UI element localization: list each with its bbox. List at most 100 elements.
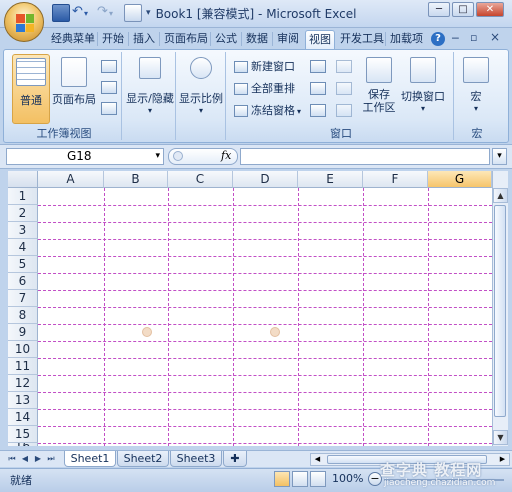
- column-header[interactable]: E: [298, 171, 363, 188]
- column-header[interactable]: A: [38, 171, 104, 188]
- row-header[interactable]: 14: [8, 409, 38, 426]
- macros-button[interactable]: 宏 ▾: [458, 54, 494, 124]
- office-button-icon[interactable]: [4, 2, 44, 42]
- next-sheet-icon[interactable]: ▶: [32, 452, 44, 465]
- column-header[interactable]: G: [428, 171, 492, 188]
- worksheet-grid[interactable]: A B C D E F G 1 2 3 4 5 6 7 8 9 10 11 12…: [8, 171, 492, 446]
- tab-formulas[interactable]: 公式: [212, 30, 240, 49]
- tab-insert[interactable]: 插入: [130, 30, 158, 49]
- row-header[interactable]: 15: [8, 426, 38, 443]
- watermark-text: 查字典 教程网: [380, 461, 483, 479]
- page-break-line: [38, 358, 492, 359]
- column-header[interactable]: B: [104, 171, 168, 188]
- sheet-tab-sheet2[interactable]: Sheet2: [117, 451, 169, 467]
- tab-classic-menu[interactable]: 经典菜单: [48, 30, 98, 49]
- tab-developer[interactable]: 开发工具: [337, 30, 387, 49]
- row-header[interactable]: 11: [8, 358, 38, 375]
- page-break-line: [38, 273, 492, 274]
- show-hide-button[interactable]: 显示/隐藏 ▾: [124, 54, 176, 124]
- tab-add-ins[interactable]: 加载项: [387, 30, 426, 49]
- row-header[interactable]: 4: [8, 239, 38, 256]
- view-side-by-side-icon[interactable]: [336, 60, 352, 73]
- arrange-all-icon: [234, 83, 248, 95]
- tab-data[interactable]: 数据: [243, 30, 271, 49]
- freeze-panes-icon: [234, 105, 248, 117]
- new-window-button[interactable]: 新建窗口: [234, 58, 295, 76]
- split-icon[interactable]: [310, 60, 326, 73]
- row-header[interactable]: 9: [8, 324, 38, 341]
- ribbon-restore-icon[interactable]: ▫: [470, 31, 477, 44]
- name-box[interactable]: G18 ▾: [6, 148, 164, 165]
- page-layout-view-icon[interactable]: [292, 471, 308, 487]
- row-header[interactable]: 5: [8, 256, 38, 273]
- switch-windows-button[interactable]: 切换窗口 ▾: [398, 54, 448, 124]
- column-header[interactable]: C: [168, 171, 233, 188]
- group-label-workbook-views: 工作簿视图: [36, 127, 92, 140]
- tab-view[interactable]: 视图: [305, 30, 335, 49]
- page-break-preview-icon[interactable]: [310, 471, 326, 487]
- help-icon[interactable]: ?: [431, 32, 445, 46]
- row-header[interactable]: 3: [8, 222, 38, 239]
- freeze-panes-button[interactable]: 冻结窗格 ▾: [234, 102, 301, 120]
- formula-input[interactable]: [240, 148, 490, 165]
- page-layout-view-button[interactable]: 页面布局: [52, 54, 96, 124]
- tab-page-layout[interactable]: 页面布局: [161, 30, 211, 49]
- full-screen-icon[interactable]: [101, 102, 117, 115]
- row-header[interactable]: 12: [8, 375, 38, 392]
- fx-icon[interactable]: fx: [221, 149, 231, 162]
- normal-view-icon[interactable]: [274, 471, 290, 487]
- select-all-corner[interactable]: [8, 171, 38, 188]
- sheet-tab-sheet3[interactable]: Sheet3: [170, 451, 222, 467]
- row-header[interactable]: 10: [8, 341, 38, 358]
- scroll-down-icon[interactable]: ▼: [493, 430, 508, 445]
- normal-view-label: 普通: [20, 94, 42, 107]
- row-header[interactable]: 16: [8, 443, 38, 446]
- close-button[interactable]: ✕: [476, 2, 504, 17]
- macro-icon: [463, 57, 489, 83]
- scroll-up-icon[interactable]: ▲: [493, 188, 508, 203]
- row-header[interactable]: 7: [8, 290, 38, 307]
- maximize-button[interactable]: □: [452, 2, 474, 17]
- row-header[interactable]: 13: [8, 392, 38, 409]
- sheet-tab-sheet1[interactable]: Sheet1: [64, 451, 116, 467]
- minimize-button[interactable]: ─: [428, 2, 450, 17]
- tab-separator: [385, 32, 386, 46]
- scroll-right-icon[interactable]: ▶: [496, 454, 509, 465]
- save-workspace-button[interactable]: 保存 工作区: [360, 54, 398, 124]
- tab-separator: [272, 32, 273, 46]
- row-header[interactable]: 8: [8, 307, 38, 324]
- macros-button-label: 宏: [470, 90, 482, 103]
- tab-home[interactable]: 开始: [99, 30, 127, 49]
- page-break-preview-icon[interactable]: [101, 60, 117, 73]
- zoom-button[interactable]: 显示比例 ▾: [177, 54, 225, 124]
- chevron-down-icon[interactable]: ▾: [155, 149, 160, 164]
- column-header[interactable]: F: [363, 171, 428, 188]
- row-header[interactable]: 2: [8, 205, 38, 222]
- page-break-line: [233, 188, 234, 446]
- expand-formula-bar-icon[interactable]: ▾: [492, 148, 507, 165]
- ribbon-minimize-icon[interactable]: ─: [452, 32, 459, 45]
- first-sheet-icon[interactable]: ⏮: [6, 452, 18, 465]
- vertical-scroll-thumb[interactable]: [494, 205, 506, 417]
- page-break-line: [38, 290, 492, 291]
- hide-window-icon[interactable]: [310, 82, 326, 95]
- synchronous-scrolling-icon[interactable]: [336, 82, 352, 95]
- tab-review[interactable]: 审阅: [274, 30, 302, 49]
- scroll-left-icon[interactable]: ◀: [311, 454, 324, 465]
- prev-sheet-icon[interactable]: ◀: [19, 452, 31, 465]
- unhide-window-icon[interactable]: [310, 104, 326, 117]
- zoom-level[interactable]: 100%: [332, 472, 363, 485]
- normal-view-button[interactable]: 普通: [12, 54, 50, 124]
- custom-views-icon[interactable]: [101, 81, 117, 94]
- show-hide-label: 显示/隐藏: [126, 92, 174, 105]
- row-header[interactable]: 6: [8, 273, 38, 290]
- save-workspace-line1: 保存: [368, 88, 390, 101]
- insert-sheet-icon[interactable]: ✚: [223, 451, 247, 467]
- row-header[interactable]: 1: [8, 188, 38, 205]
- watermark-dot: [270, 327, 280, 337]
- reset-window-position-icon[interactable]: [336, 104, 352, 117]
- last-sheet-icon[interactable]: ⏭: [45, 452, 57, 465]
- arrange-all-button[interactable]: 全部重排: [234, 80, 295, 98]
- workbook-close-icon[interactable]: ×: [490, 30, 500, 44]
- column-header[interactable]: D: [233, 171, 298, 188]
